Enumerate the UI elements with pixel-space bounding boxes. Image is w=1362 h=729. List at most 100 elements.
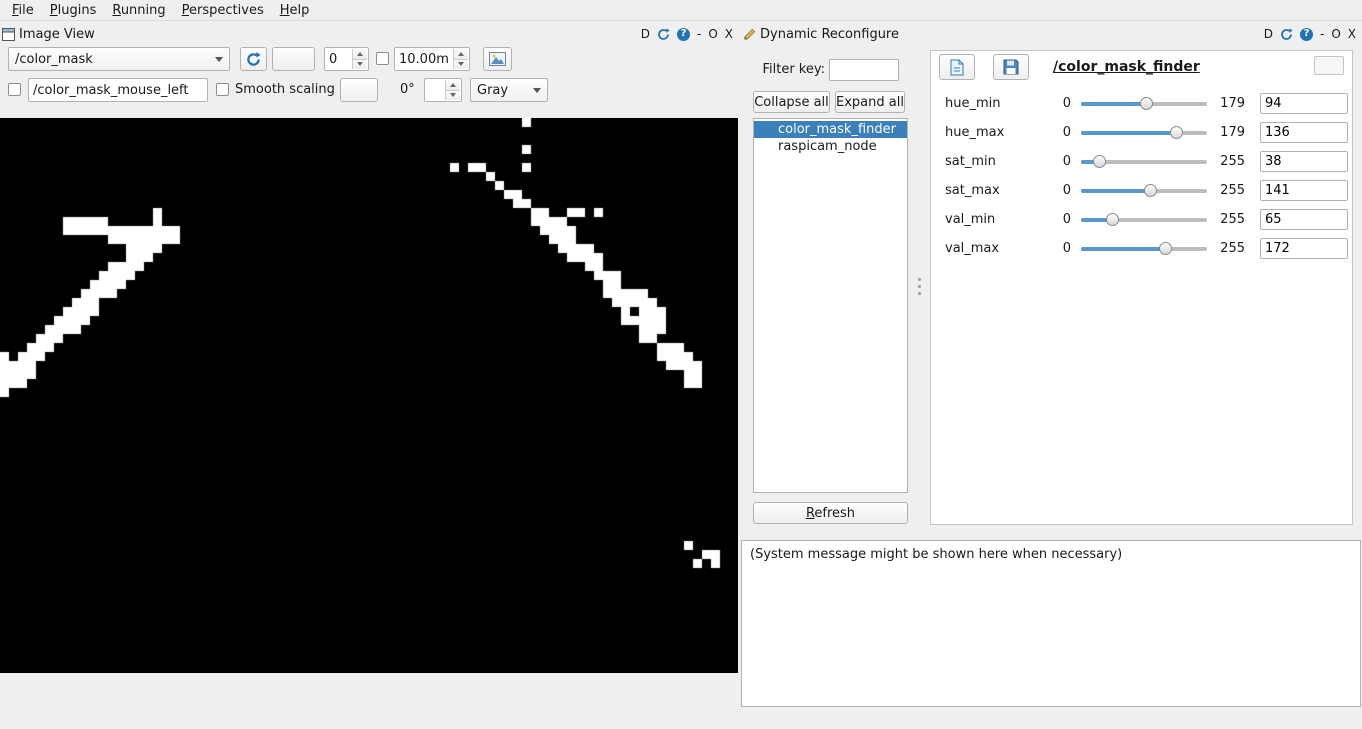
image-view-canvas[interactable] <box>0 118 738 673</box>
slider-handle[interactable] <box>1106 213 1119 226</box>
image-view-dock-controls: D ? - O X <box>641 27 739 41</box>
dock-float-button[interactable]: D <box>1264 27 1273 41</box>
menu-item-plugins[interactable]: Plugins <box>42 1 105 20</box>
menu-item-file[interactable]: File <box>4 1 42 20</box>
param-min: 0 <box>1039 96 1071 111</box>
rqt-main-window: FilePluginsRunningPerspectivesHelp Image… <box>0 0 1362 729</box>
collapse-all-button[interactable]: Collapse all <box>753 91 830 113</box>
param-value-input[interactable] <box>1260 93 1348 114</box>
param-row-hue_max: hue_max0179 <box>931 118 1352 147</box>
publish-click-location-checkbox[interactable] <box>8 83 21 96</box>
expand-all-button[interactable]: Expand all <box>835 91 905 113</box>
num-gridlines-value: 0 <box>329 52 337 67</box>
node-list-item-color_mask_finder[interactable]: color_mask_finder <box>754 121 907 138</box>
param-slider[interactable] <box>1081 125 1207 140</box>
param-slider[interactable] <box>1081 212 1207 227</box>
dynamic-range-checkbox[interactable] <box>376 52 389 65</box>
smooth-scaling-label: Smooth scaling <box>235 82 335 97</box>
param-value-input[interactable] <box>1260 238 1348 259</box>
load-config-button[interactable] <box>939 54 975 80</box>
smooth-scaling-checkbox[interactable] <box>216 83 229 96</box>
param-slider[interactable] <box>1081 96 1207 111</box>
dock-maximize-button[interactable]: O <box>708 27 717 41</box>
param-slider[interactable] <box>1081 183 1207 198</box>
node-list: color_mask_finderraspicam_node <box>753 118 908 493</box>
dropdown-arrow-icon <box>215 57 223 62</box>
mouse-topic-input[interactable] <box>28 78 208 102</box>
colormap-combobox[interactable]: Gray <box>470 78 548 102</box>
param-row-hue_min: hue_min0179 <box>931 89 1352 118</box>
num-gridlines-spinbox[interactable]: 0 <box>324 47 369 71</box>
topic-combobox[interactable]: /color_mask <box>8 47 230 71</box>
menu-item-help[interactable]: Help <box>272 1 318 20</box>
param-slider[interactable] <box>1081 241 1207 256</box>
dock-close-button[interactable]: X <box>725 27 733 41</box>
save-image-button[interactable] <box>483 47 512 71</box>
param-value-input[interactable] <box>1260 180 1348 201</box>
slider-handle[interactable] <box>1144 184 1157 197</box>
dropdown-arrow-icon <box>533 88 541 93</box>
param-max: 255 <box>1215 241 1245 256</box>
dock-reload-icon[interactable] <box>1280 28 1293 41</box>
menu-item-running[interactable]: Running <box>104 1 173 20</box>
splitter-handle[interactable] <box>917 278 922 295</box>
param-label: sat_max <box>945 183 1039 198</box>
dock-close-button[interactable]: X <box>1348 27 1356 41</box>
menu-bar: FilePluginsRunningPerspectivesHelp <box>0 0 1362 21</box>
slider-handle[interactable] <box>1093 155 1106 168</box>
param-row-val_min: val_min0255 <box>931 205 1352 234</box>
node-title: /color_mask_finder <box>1053 59 1200 75</box>
dock-float-button[interactable]: D <box>641 27 650 41</box>
screenshot-button[interactable] <box>272 47 315 71</box>
param-value-input[interactable] <box>1260 122 1348 143</box>
panel-blank-box <box>1314 56 1344 75</box>
dock-minimize-button[interactable]: - <box>697 27 701 41</box>
slider-handle[interactable] <box>1140 97 1153 110</box>
menu-item-perspectives[interactable]: Perspectives <box>174 1 272 20</box>
max-range-spinbox[interactable]: 10.00m <box>394 47 470 71</box>
param-slider[interactable] <box>1081 154 1207 169</box>
filter-key-input[interactable] <box>829 59 899 81</box>
dock-reload-icon[interactable] <box>657 28 670 41</box>
spinbox-arrows[interactable] <box>453 49 468 69</box>
rotation-label: 0° <box>400 82 415 97</box>
node-list-item-raspicam_node[interactable]: raspicam_node <box>754 138 907 155</box>
param-label: val_max <box>945 241 1039 256</box>
param-min: 0 <box>1039 183 1071 198</box>
dock-help-icon[interactable]: ? <box>677 28 690 41</box>
spinbox-arrows[interactable] <box>445 80 460 100</box>
param-label: sat_min <box>945 154 1039 169</box>
param-list: hue_min0179hue_max0179sat_min0255sat_max… <box>931 89 1352 263</box>
param-value-input[interactable] <box>1260 209 1348 230</box>
param-value-input[interactable] <box>1260 151 1348 172</box>
param-row-sat_min: sat_min0255 <box>931 147 1352 176</box>
param-max: 179 <box>1215 125 1245 140</box>
param-label: hue_min <box>945 96 1039 111</box>
image-view-toolbar-2: Smooth scaling 0° Gray <box>0 77 739 103</box>
param-max: 255 <box>1215 212 1245 227</box>
slider-fill <box>1081 102 1147 106</box>
refresh-topics-button[interactable] <box>240 47 267 71</box>
colormap-combobox-value: Gray <box>477 83 508 98</box>
dock-maximize-button[interactable]: O <box>1331 27 1340 41</box>
system-message-text: (System message might be shown here when… <box>750 547 1122 562</box>
reconfigure-icon <box>743 28 756 41</box>
blank-field[interactable] <box>340 78 378 102</box>
dynamic-reconfigure-dock-controls: D ? - O X <box>1264 27 1362 41</box>
image-view-titlebar: Image View D ? - O X <box>0 23 739 45</box>
dock-minimize-button[interactable]: - <box>1320 27 1324 41</box>
image-view-toolbar-1: /color_mask 0 10.00m <box>0 46 739 72</box>
param-max: 255 <box>1215 154 1245 169</box>
save-config-button[interactable] <box>993 54 1029 80</box>
filter-key-label: Filter key: <box>757 62 825 77</box>
param-row-sat_max: sat_max0255 <box>931 176 1352 205</box>
refresh-button[interactable]: Refresh <box>753 502 908 524</box>
dock-help-icon[interactable]: ? <box>1300 28 1313 41</box>
rotation-spinbox[interactable] <box>424 78 462 102</box>
max-range-value: 10.00m <box>399 52 449 67</box>
slider-handle[interactable] <box>1170 126 1183 139</box>
slider-handle[interactable] <box>1159 242 1172 255</box>
dynamic-reconfigure-title: Dynamic Reconfigure <box>760 27 899 42</box>
reconfigure-panel: /color_mask_finder hue_min0179hue_max017… <box>930 50 1353 525</box>
spinbox-arrows[interactable] <box>352 49 367 69</box>
